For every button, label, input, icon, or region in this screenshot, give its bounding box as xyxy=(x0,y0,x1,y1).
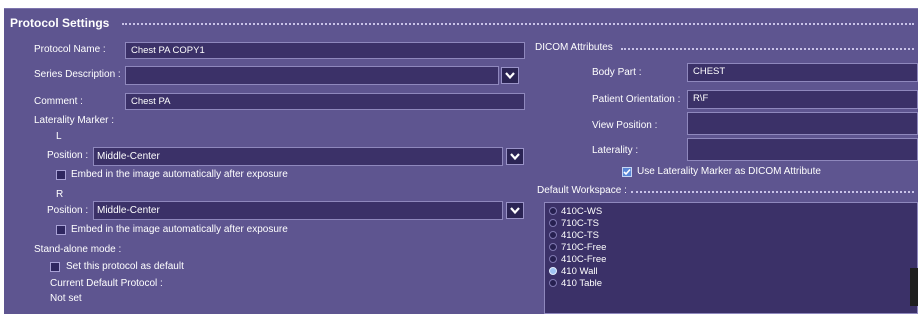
workspace-item-label[interactable]: 410C-WS xyxy=(561,206,602,217)
series-description-combo[interactable] xyxy=(125,66,499,85)
patient-orientation-input[interactable]: R\F xyxy=(687,90,918,109)
body-part-input[interactable]: CHEST xyxy=(687,63,918,82)
right-position-dropdown-button[interactable] xyxy=(506,202,524,219)
current-default-label: Current Default Protocol : xyxy=(50,278,163,289)
series-description-dropdown-button[interactable] xyxy=(501,67,519,84)
current-default-value: Not set xyxy=(50,293,82,304)
set-default-label: Set this protocol as default xyxy=(66,261,184,272)
default-workspace-label: Default Workspace : xyxy=(537,185,627,196)
laterality-left-heading: L xyxy=(56,131,62,142)
protocol-name-label: Protocol Name : xyxy=(34,44,106,55)
laterality-label: Laterality : xyxy=(592,145,639,156)
series-description-label: Series Description : xyxy=(34,69,121,80)
comment-input[interactable]: Chest PA xyxy=(125,93,525,110)
right-embed-label: Embed in the image automatically after e… xyxy=(71,224,288,235)
left-position-label: Position : xyxy=(47,150,89,161)
dicom-divider xyxy=(621,48,914,50)
workspace-radio[interactable] xyxy=(549,219,557,227)
laterality-right-heading: R xyxy=(56,189,64,200)
workspace-radio[interactable] xyxy=(549,207,557,215)
left-embed-checkbox[interactable] xyxy=(56,170,66,180)
chevron-down-icon xyxy=(510,207,520,215)
left-embed-label: Embed in the image automatically after e… xyxy=(71,169,288,180)
view-position-label: View Position : xyxy=(592,120,658,131)
workspace-item-label[interactable]: 410 Wall xyxy=(561,266,598,277)
section-title: Protocol Settings xyxy=(10,16,110,30)
workspace-item-label[interactable]: 410 Table xyxy=(561,278,602,289)
workspace-item-label[interactable]: 410C-TS xyxy=(561,230,599,241)
workspace-radio[interactable] xyxy=(549,279,557,287)
window-edge-fragment xyxy=(910,268,918,306)
workspace-radio[interactable] xyxy=(549,231,557,239)
right-embed-checkbox[interactable] xyxy=(56,225,66,235)
section-divider xyxy=(122,23,914,25)
body-part-label: Body Part : xyxy=(592,67,642,78)
chevron-down-icon xyxy=(510,153,520,161)
left-position-dropdown-button[interactable] xyxy=(506,148,524,165)
workspace-radio[interactable] xyxy=(549,255,557,263)
workspace-item-label[interactable]: 710C-Free xyxy=(561,242,606,253)
use-marker-checkbox[interactable] xyxy=(622,167,632,177)
workspace-radio-selected[interactable] xyxy=(549,267,557,275)
workspace-divider xyxy=(631,191,914,193)
set-default-checkbox[interactable] xyxy=(50,262,60,272)
protocol-name-input[interactable]: Chest PA COPY1 xyxy=(125,42,525,59)
right-position-label: Position : xyxy=(47,205,89,216)
laterality-marker-label: Laterality Marker : xyxy=(34,115,115,126)
dicom-attributes-title: DICOM Attributes xyxy=(535,42,613,53)
workspace-item-label[interactable]: 710C-TS xyxy=(561,218,599,229)
use-marker-label: Use Laterality Marker as DICOM Attribute xyxy=(637,166,821,177)
protocol-settings-panel: Protocol Settings Protocol Name : Chest … xyxy=(4,8,918,314)
chevron-down-icon xyxy=(505,72,515,80)
default-workspace-list: 410C-WS 710C-TS 410C-TS 710C-Free 410C-F… xyxy=(544,202,918,314)
right-position-select[interactable]: Middle-Center xyxy=(93,201,503,220)
workspace-item-label[interactable]: 410C-Free xyxy=(561,254,606,265)
workspace-radio[interactable] xyxy=(549,243,557,251)
laterality-input[interactable] xyxy=(687,138,918,161)
view-position-input[interactable] xyxy=(687,112,918,135)
standalone-mode-label: Stand-alone mode : xyxy=(34,244,122,255)
comment-label: Comment : xyxy=(34,96,83,107)
left-position-select[interactable]: Middle-Center xyxy=(93,147,503,166)
checkmark-icon xyxy=(623,168,631,176)
patient-orientation-label: Patient Orientation : xyxy=(592,94,681,105)
